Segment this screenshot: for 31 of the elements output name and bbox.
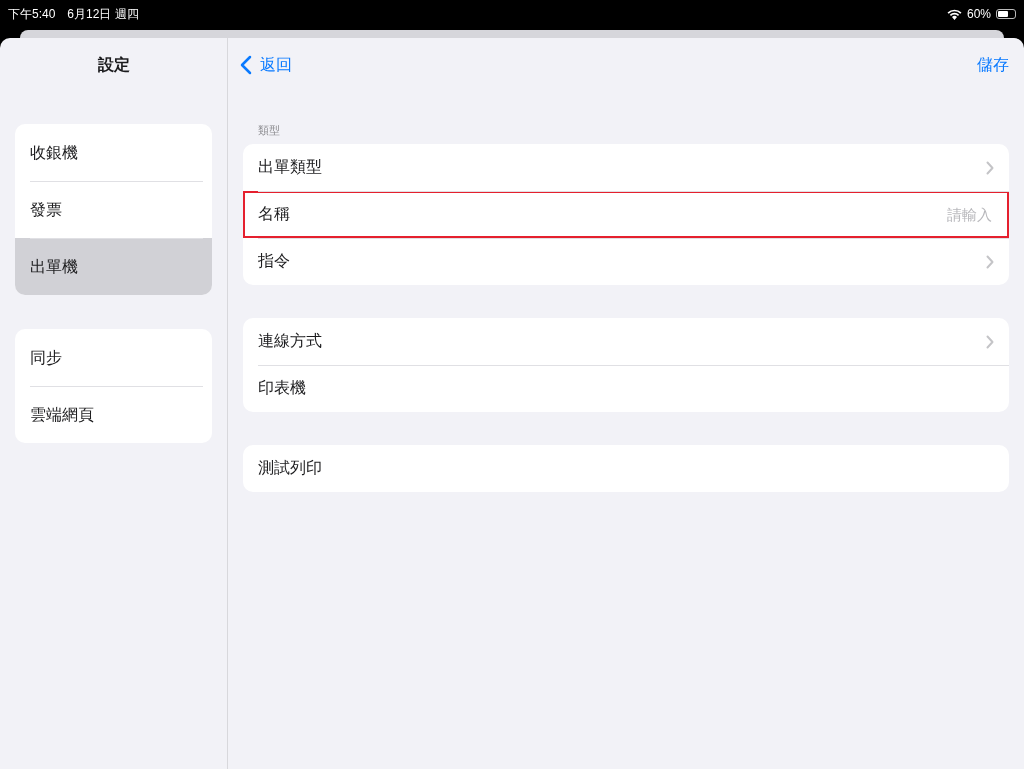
section-header: 類型 xyxy=(257,123,281,138)
wifi-icon xyxy=(946,8,962,20)
sidebar-item[interactable]: 雲端網頁 xyxy=(15,386,212,443)
row-label: 連線方式 xyxy=(258,331,322,351)
sidebar-item[interactable]: 出單機 xyxy=(15,238,212,295)
row-label: 測試列印 xyxy=(258,458,322,478)
settings-row[interactable]: 出單類型 xyxy=(243,144,1009,191)
row-label: 指令 xyxy=(258,251,290,271)
settings-row[interactable]: 印表機 xyxy=(243,365,1009,412)
sidebar-item[interactable]: 同步 xyxy=(15,329,212,386)
settings-row[interactable]: 連線方式 xyxy=(243,318,1009,365)
chevron-right-icon xyxy=(986,160,994,175)
battery-icon xyxy=(996,9,1016,19)
status-date: 6月12日 週四 xyxy=(67,5,139,23)
save-button[interactable]: 儲存 xyxy=(977,54,1009,76)
name-input-field[interactable]: 請輸入 xyxy=(790,205,994,224)
back-button[interactable]: 返回 xyxy=(240,54,292,76)
row-label: 出單類型 xyxy=(258,157,322,177)
status-time: 下午5:40 xyxy=(8,5,56,23)
sidebar-item[interactable]: 收銀機 xyxy=(15,124,212,181)
sidebar-item[interactable]: 發票 xyxy=(15,181,212,238)
chevron-right-icon xyxy=(986,254,994,269)
settings-row[interactable]: 測試列印 xyxy=(243,445,1009,492)
chevron-left-icon xyxy=(240,55,252,75)
row-label: 印表機 xyxy=(258,378,306,398)
chevron-right-icon xyxy=(986,334,994,349)
sidebar-title: 設定 xyxy=(96,55,131,75)
battery-percent: 60% xyxy=(966,7,991,21)
row-label: 名稱 xyxy=(258,204,290,224)
settings-row[interactable]: 指令 xyxy=(243,238,1009,285)
settings-row[interactable]: 名稱 請輸入 xyxy=(243,191,1009,238)
